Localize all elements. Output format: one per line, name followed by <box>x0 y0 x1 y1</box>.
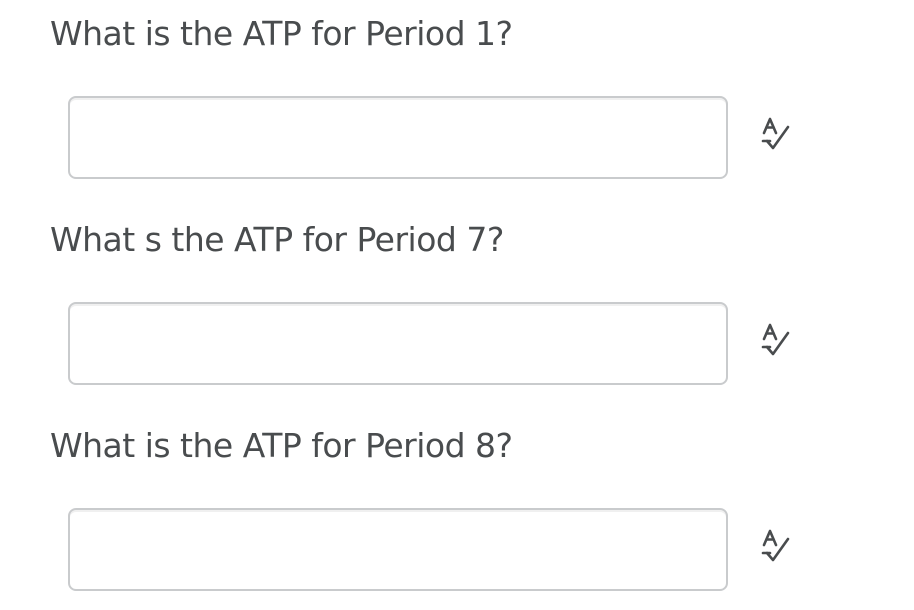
spellcheck-icon[interactable] <box>757 320 797 360</box>
spellcheck-icon[interactable] <box>757 114 797 154</box>
answer-field-period-1[interactable] <box>68 96 728 179</box>
question-2-label: What s the ATP for Period 7? <box>50 220 504 259</box>
answer-field-period-8[interactable] <box>68 508 728 591</box>
answer-field-period-7[interactable] <box>68 302 728 385</box>
question-3-label: What is the ATP for Period 8? <box>50 426 513 465</box>
question-1-label: What is the ATP for Period 1? <box>50 14 513 53</box>
spellcheck-icon[interactable] <box>757 526 797 566</box>
